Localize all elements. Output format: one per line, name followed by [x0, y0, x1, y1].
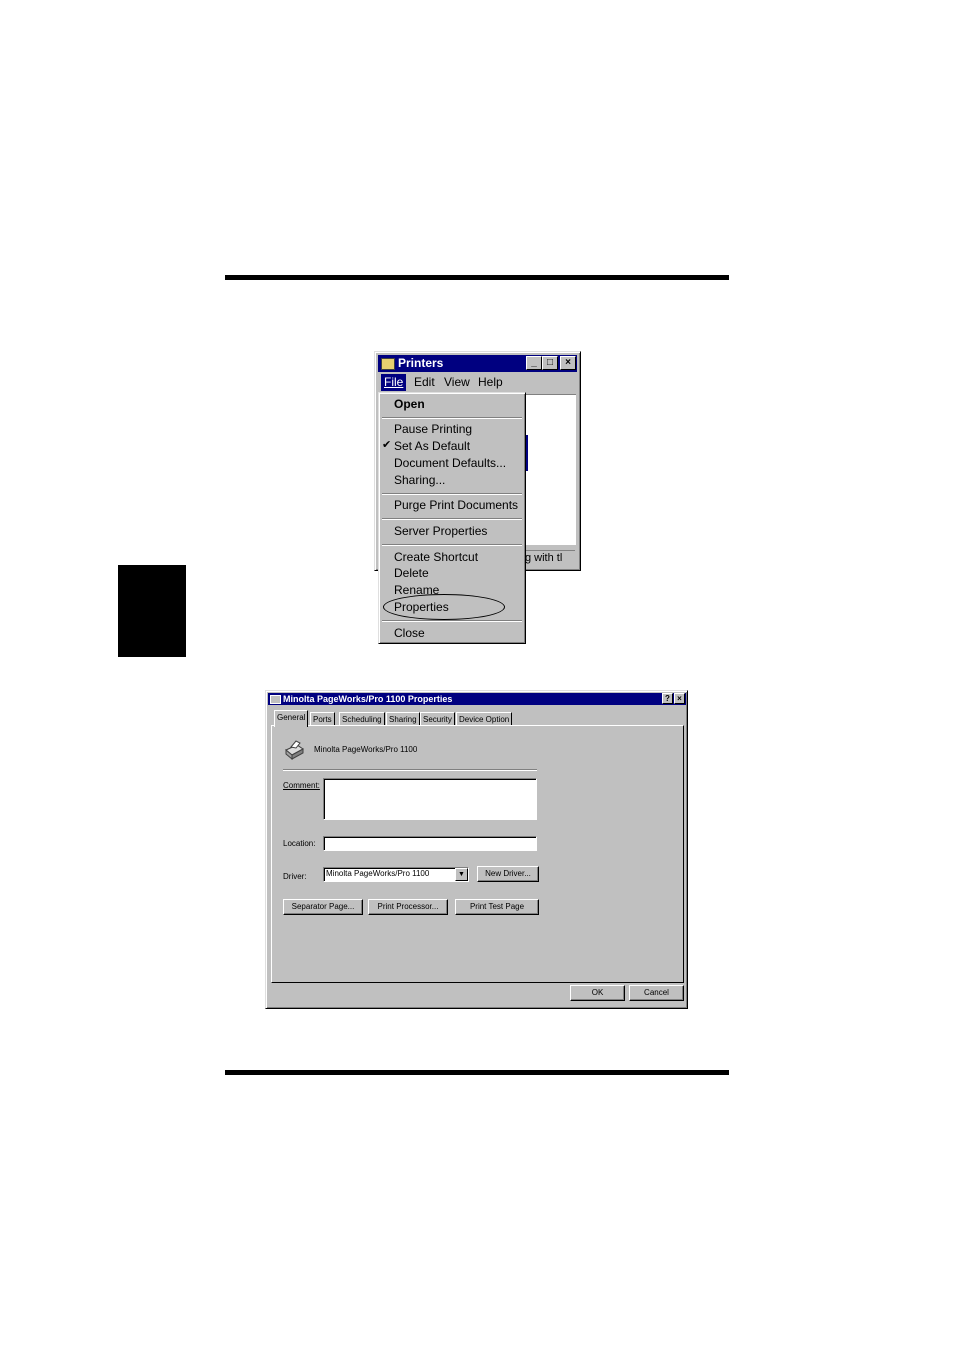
printer-name: Minolta PageWorks/Pro 1100: [314, 745, 418, 754]
menu-item-set-as-default[interactable]: Set As Default: [394, 439, 470, 453]
menu-separator: [382, 620, 522, 622]
menu-item-open[interactable]: Open: [394, 397, 425, 411]
separator-line: [283, 769, 537, 771]
menu-item-purge-print-documents[interactable]: Purge Print Documents: [394, 498, 518, 512]
location-field[interactable]: [323, 836, 537, 851]
menu-file[interactable]: File: [381, 374, 407, 391]
printers-menubar: File Edit View Help: [378, 374, 577, 391]
check-icon: ✔: [382, 439, 392, 451]
tab-general[interactable]: General: [274, 710, 309, 727]
tab-sharing[interactable]: Sharing: [386, 712, 420, 726]
general-tab-panel: [271, 725, 684, 983]
printers-title: Printers: [398, 356, 444, 370]
ok-button[interactable]: OK: [570, 985, 625, 1001]
print-test-page-button[interactable]: Print Test Page: [455, 899, 539, 915]
comment-label: Comment:: [283, 781, 320, 790]
chapter-tab: [118, 565, 186, 657]
menu-item-server-properties[interactable]: Server Properties: [394, 524, 487, 538]
status-bar: g with tl: [523, 550, 575, 567]
top-rule: [225, 275, 729, 280]
cancel-button[interactable]: Cancel: [629, 985, 684, 1001]
new-driver-button[interactable]: New Driver...: [477, 866, 539, 882]
menu-separator: [382, 544, 522, 546]
chevron-down-icon[interactable]: ▼: [455, 868, 468, 881]
tab-security[interactable]: Security: [420, 712, 455, 726]
menu-item-sharing[interactable]: Sharing...: [394, 473, 445, 487]
location-label: Location:: [283, 839, 316, 848]
menu-item-create-shortcut[interactable]: Create Shortcut: [394, 550, 478, 564]
comment-field[interactable]: [323, 778, 537, 820]
menu-item-delete[interactable]: Delete: [394, 566, 429, 580]
printer-folder-icon: [381, 358, 395, 370]
driver-value: Minolta PageWorks/Pro 1100: [326, 869, 430, 878]
driver-select[interactable]: Minolta PageWorks/Pro 1100 ▼: [323, 867, 469, 882]
dialog-title: Minolta PageWorks/Pro 1100 Properties: [283, 694, 453, 704]
menu-edit[interactable]: Edit: [411, 374, 438, 391]
menu-separator: [382, 417, 522, 419]
tab-device-option[interactable]: Device Option: [456, 712, 513, 726]
printers-title-bar: Printers _ □ ×: [378, 355, 577, 372]
print-processor-button[interactable]: Print Processor...: [368, 899, 448, 915]
maximize-button[interactable]: □: [542, 356, 558, 370]
menu-item-pause-printing[interactable]: Pause Printing: [394, 422, 472, 436]
close-button[interactable]: ×: [560, 356, 576, 370]
tab-ports[interactable]: Ports: [310, 712, 335, 726]
menu-separator: [382, 518, 522, 520]
help-button[interactable]: ?: [662, 693, 673, 704]
menu-item-document-defaults[interactable]: Document Defaults...: [394, 456, 506, 470]
printers-content-area: [523, 394, 576, 545]
printer-icon: [270, 695, 281, 704]
driver-label: Driver:: [283, 872, 307, 881]
printer-large-icon: [283, 740, 305, 761]
separator-page-button[interactable]: Separator Page...: [283, 899, 363, 915]
tab-scheduling[interactable]: Scheduling: [339, 712, 385, 726]
menu-item-close[interactable]: Close: [394, 626, 425, 640]
status-text: g with tl: [525, 552, 563, 564]
selected-item-edge: [526, 435, 528, 471]
minimize-button[interactable]: _: [526, 356, 542, 370]
highlight-ellipse: [383, 594, 505, 620]
menu-help[interactable]: Help: [475, 374, 506, 391]
dialog-close-button[interactable]: ×: [674, 693, 685, 704]
bottom-rule: [225, 1070, 729, 1075]
dialog-title-bar: Minolta PageWorks/Pro 1100 Properties ? …: [268, 693, 686, 705]
menu-view[interactable]: View: [441, 374, 473, 391]
menu-separator: [382, 493, 522, 495]
